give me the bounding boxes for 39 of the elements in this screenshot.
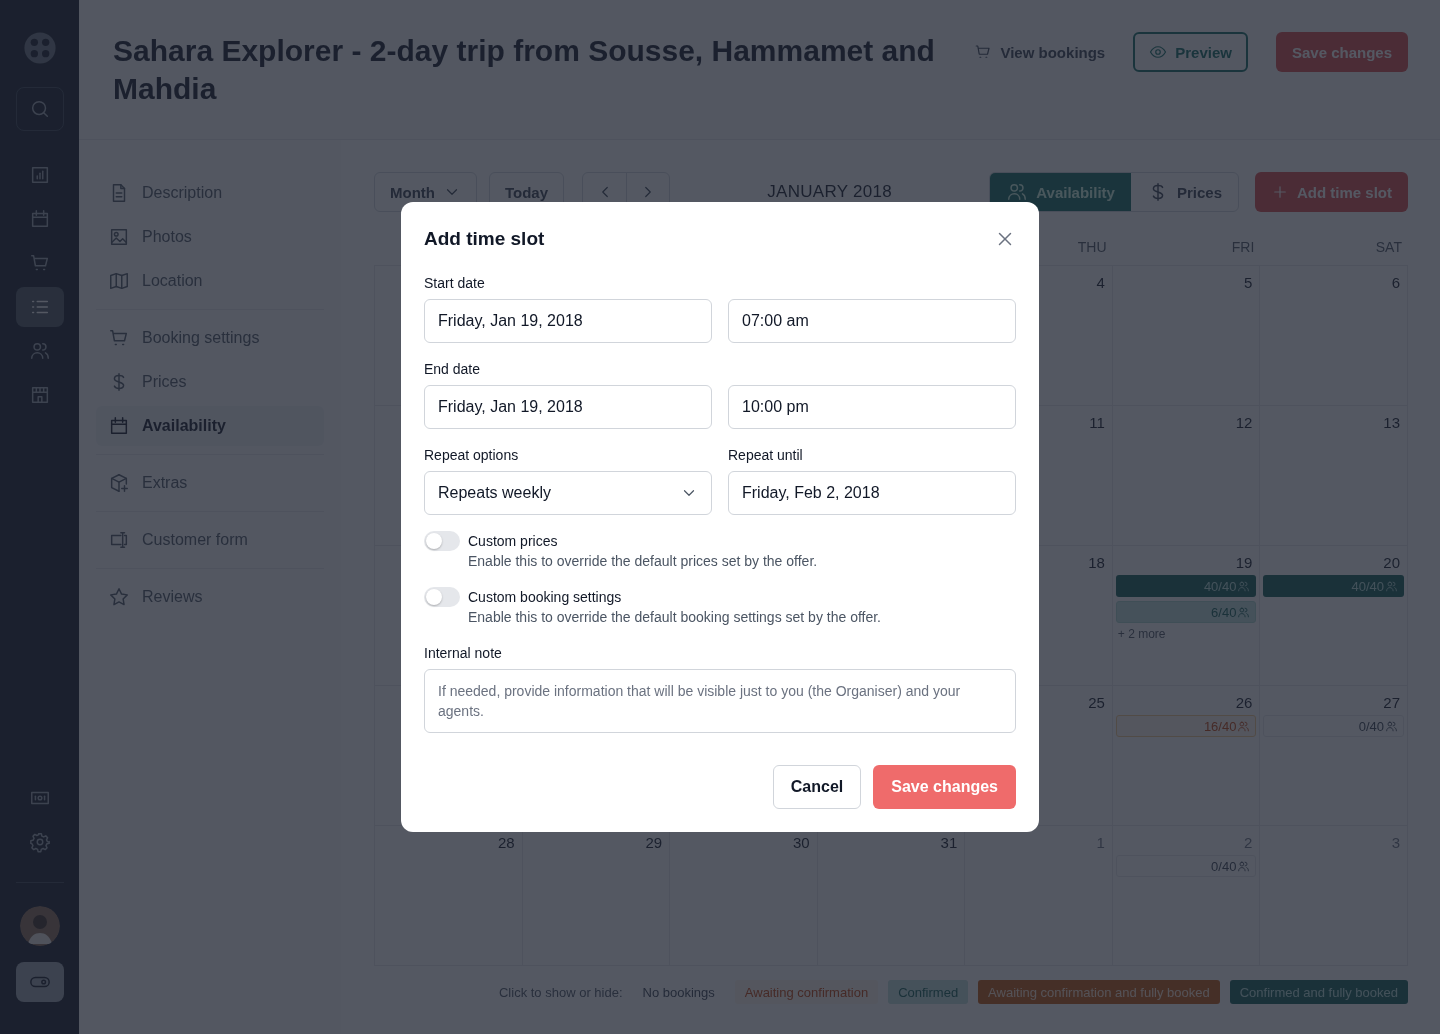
field-label: End date	[424, 360, 482, 379]
day-number: 27	[1383, 694, 1401, 711]
page-title: Sahara Explorer - 2-day trip from Sousse, Hammamet and Mahdia	[113, 33, 936, 107]
day-number: 28	[497, 834, 516, 851]
day-number: 11	[1089, 414, 1106, 431]
day-number: 6	[1391, 274, 1401, 291]
start-time-field[interactable]: 07:00 am	[728, 299, 1016, 343]
month-title: JANUARY 2018	[766, 182, 894, 202]
day-number: 29	[645, 834, 664, 851]
toggle-label: Custom booking settings	[468, 588, 623, 607]
toggle-label: Custom prices	[468, 532, 559, 551]
repeat-select[interactable]: Repeats weekly	[424, 471, 712, 515]
end-time-field[interactable]: 10:00 pm	[728, 385, 1016, 429]
day-number: 30	[793, 834, 811, 851]
save-changes-button[interactable]: Save changes	[873, 765, 1016, 809]
internal-note-field[interactable]: If needed, provide information that will be visible just to you (the Organiser) and your agents.	[424, 669, 1016, 733]
toggle-hint: Enable this to override the default booking settings set by the offer.	[468, 608, 881, 627]
day-number: 25	[1088, 694, 1106, 711]
dialog-title: Add time slot	[424, 228, 545, 250]
day-number: 4	[1096, 274, 1106, 291]
repeat-until-field[interactable]: Friday, Feb 2, 2018	[728, 471, 1016, 515]
field-label: Repeat until	[728, 446, 804, 465]
day-number: 20	[1383, 554, 1401, 571]
day-number: 26	[1235, 694, 1254, 711]
day-number: 12	[1235, 414, 1254, 431]
day-number: 13	[1383, 414, 1401, 431]
field-label: Repeat options	[424, 446, 520, 465]
day-number: 31	[940, 834, 959, 851]
day-number: 5	[1244, 274, 1254, 291]
end-date-field[interactable]: Friday, Jan 19, 2018	[424, 385, 712, 429]
toggle-hint: Enable this to override the default prices set by the offer.	[468, 552, 818, 571]
toggle-switch[interactable]	[424, 587, 460, 607]
toggle-switch[interactable]	[424, 531, 460, 551]
cancel-button[interactable]: Cancel	[772, 765, 862, 809]
field-label: Start date	[424, 274, 486, 293]
day-number: 18	[1088, 554, 1106, 571]
field-label: Internal note	[424, 644, 503, 663]
day-number: 19	[1235, 554, 1254, 571]
start-date-field[interactable]: Friday, Jan 19, 2018	[424, 299, 712, 343]
